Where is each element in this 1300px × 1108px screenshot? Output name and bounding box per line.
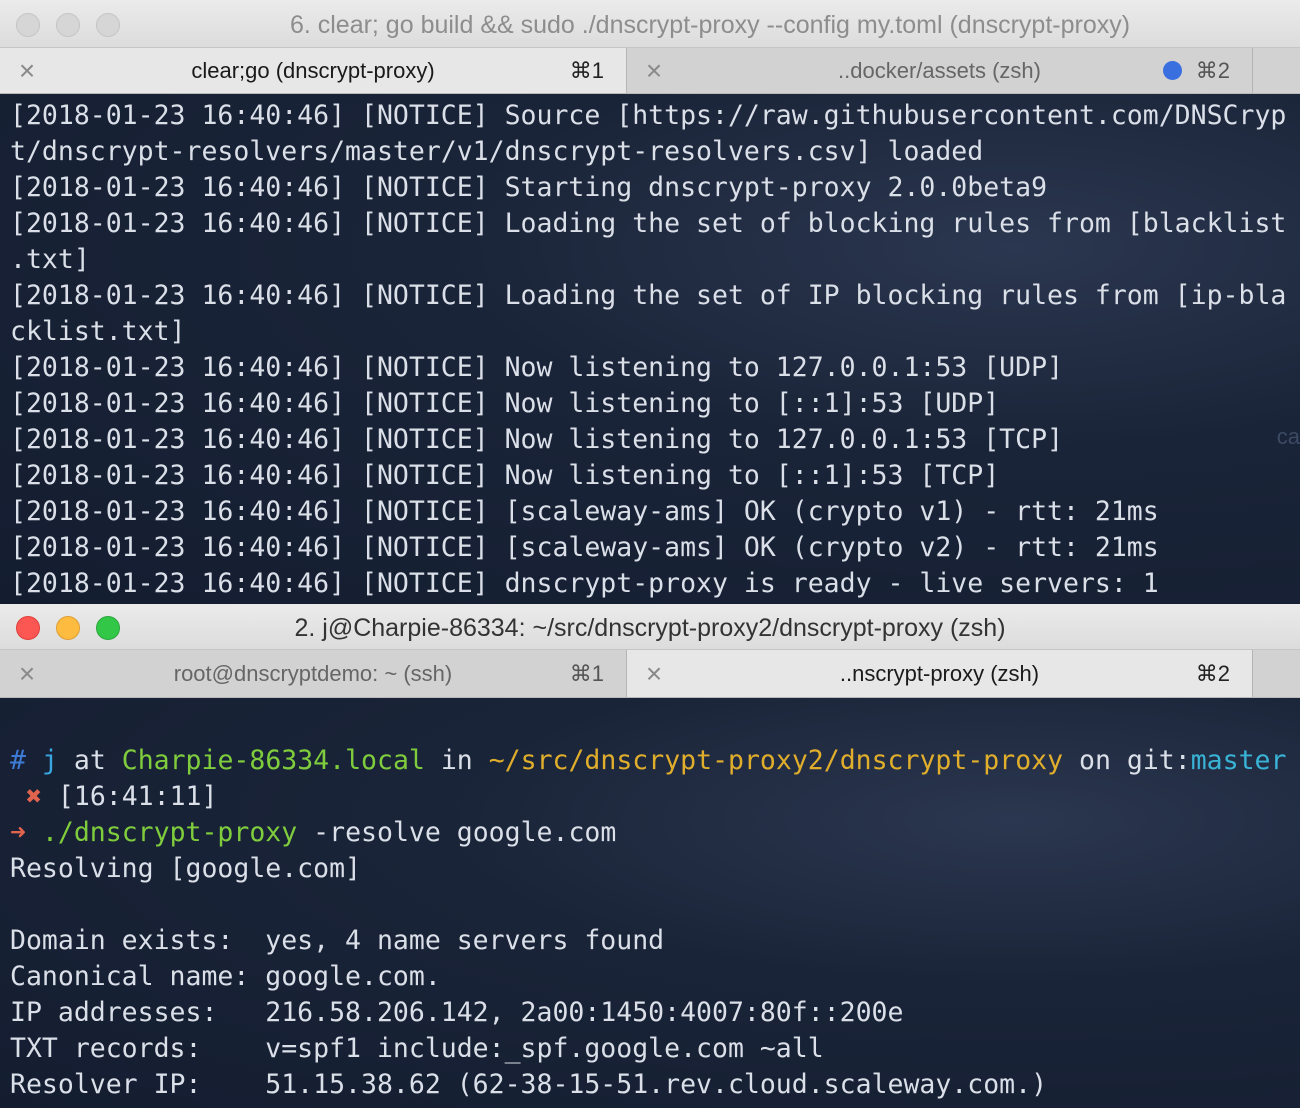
prompt-path: ~/src/dnscrypt-proxy2/dnscrypt-proxy xyxy=(488,745,1064,776)
tab-shortcut: ⌘1 xyxy=(569,660,604,686)
log-line: [2018-01-23 16:40:46] [NOTICE] Now liste… xyxy=(10,388,1000,419)
tab-label: root@dnscryptdemo: ~ (ssh) xyxy=(173,660,453,686)
log-line: [2018-01-23 16:40:46] [NOTICE] Now liste… xyxy=(10,424,1063,455)
tab-dnscrypt-proxy-zsh[interactable]: × ..nscrypt-proxy (zsh) ⌘2 xyxy=(627,650,1253,697)
output-line: Resolving [google.com] xyxy=(10,853,361,884)
tab-docker-assets[interactable]: × ..docker/assets (zsh) ⌘2 xyxy=(627,48,1253,93)
window-titlebar[interactable]: 2. j@Charpie-86334: ~/src/dnscrypt-proxy… xyxy=(0,604,1300,650)
terminal-output[interactable]: # j at Charpie-86334.local in ~/src/dnsc… xyxy=(0,698,1300,1108)
prompt-in: in xyxy=(424,745,489,776)
terminal-window-dnscrypt-proxy: 6. clear; go build && sudo ./dnscrypt-pr… xyxy=(0,0,1300,604)
output-line: TXT records: v=spf1 include:_spf.google.… xyxy=(10,1033,824,1064)
prompt-arrow-icon: ➜ xyxy=(10,817,26,848)
prompt-line: # j at Charpie-86334.local in ~/src/dnsc… xyxy=(0,743,1300,779)
log-line: [2018-01-23 16:40:46] [NOTICE] Now liste… xyxy=(10,460,1000,491)
log-line: [2018-01-23 16:40:46] [NOTICE] dnscrypt-… xyxy=(10,568,1159,599)
log-line: [2018-01-23 16:40:46] [NOTICE] Now liste… xyxy=(10,352,1063,383)
prompt-time: [16:41:11] xyxy=(57,781,218,812)
output-line: Resolver IP: 51.15.38.62 (62-38-15-51.re… xyxy=(10,1069,1048,1100)
command-line: ➜ ./dnscrypt-proxy -resolve google.com xyxy=(0,815,1300,851)
prompt-branch: master xyxy=(1190,745,1287,776)
prompt-user: j xyxy=(41,745,58,776)
log-line: cklist.txt] xyxy=(10,316,186,347)
background-ghost-text: ca xyxy=(1276,424,1300,449)
tab-shortcut: ⌘2 xyxy=(1195,660,1230,686)
activity-indicator-icon xyxy=(1163,61,1182,80)
command-args: -resolve google.com xyxy=(297,817,617,848)
command-name: ./dnscrypt-proxy xyxy=(41,817,298,848)
log-line: [2018-01-23 16:40:46] [NOTICE] [scaleway… xyxy=(10,496,1159,527)
minimize-window-button[interactable] xyxy=(56,13,80,37)
tab-label: ..docker/assets (zsh) xyxy=(838,57,1041,83)
zoom-window-button[interactable] xyxy=(96,13,120,37)
prompt-time-line: ✖ [16:41:11] xyxy=(0,779,1300,815)
tab-bar: × clear;go (dnscrypt-proxy) ⌘1 × ..docke… xyxy=(0,48,1300,94)
prompt-on: on git: xyxy=(1063,745,1191,776)
output-line: IP addresses: 216.58.206.142, 2a00:1450:… xyxy=(10,997,904,1028)
tab-clear-go[interactable]: × clear;go (dnscrypt-proxy) ⌘1 xyxy=(0,48,627,93)
log-line: [2018-01-23 16:40:46] [NOTICE] Source [h… xyxy=(10,100,1287,131)
tab-label: clear;go (dnscrypt-proxy) xyxy=(191,57,435,83)
log-line: [2018-01-23 16:40:46] [NOTICE] Starting … xyxy=(10,172,1048,203)
tab-shortcut: ⌘2 xyxy=(1195,57,1230,83)
tab-label: ..nscrypt-proxy (zsh) xyxy=(839,660,1040,686)
log-line: [2018-01-23 16:40:46] [NOTICE] [scaleway… xyxy=(10,532,1159,563)
tab-bar: × root@dnscryptdemo: ~ (ssh) ⌘1 × ..nscr… xyxy=(0,650,1300,698)
prompt-at: at xyxy=(57,745,122,776)
terminal-window-zsh: 2. j@Charpie-86334: ~/src/dnscrypt-proxy… xyxy=(0,604,1300,1108)
prompt-hash: # xyxy=(10,745,26,776)
window-titlebar[interactable]: 6. clear; go build && sudo ./dnscrypt-pr… xyxy=(0,0,1300,48)
tab-ssh-root[interactable]: × root@dnscryptdemo: ~ (ssh) ⌘1 xyxy=(0,650,627,697)
error-x-icon: ✖ xyxy=(25,781,42,812)
close-window-button[interactable] xyxy=(16,13,40,37)
output-line: Canonical name: google.com. xyxy=(10,961,441,992)
tab-shortcut: ⌘1 xyxy=(569,57,604,83)
window-title: 2. j@Charpie-86334: ~/src/dnscrypt-proxy… xyxy=(294,614,1006,642)
log-line: [2018-01-23 16:40:46] [NOTICE] Loading t… xyxy=(10,280,1287,311)
terminal-output[interactable]: [2018-01-23 16:40:46] [NOTICE] Source [h… xyxy=(0,94,1300,604)
window-title: 6. clear; go build && sudo ./dnscrypt-pr… xyxy=(289,11,1131,39)
prompt-host: Charpie-86334.local xyxy=(121,745,425,776)
output-line: Domain exists: yes, 4 name servers found xyxy=(10,925,665,956)
log-line: t/dnscrypt-resolvers/master/v1/dnscrypt-… xyxy=(10,136,984,167)
log-line: [2018-01-23 16:40:46] [NOTICE] Loading t… xyxy=(10,208,1287,239)
log-line: .txt] xyxy=(10,244,90,275)
